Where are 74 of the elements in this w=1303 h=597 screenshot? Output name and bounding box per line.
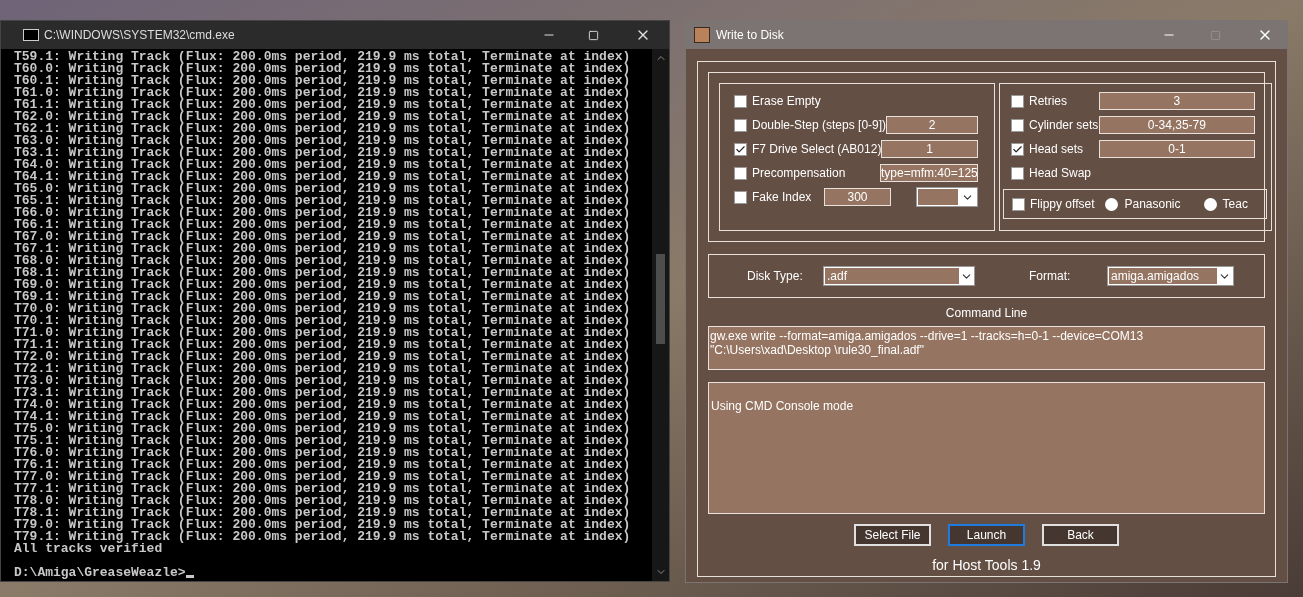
text-field[interactable]: type=mfm:40=125 [880, 164, 978, 182]
console-line: T73.1: Writing Track (Flux: 200.0ms period, 219.9 ms total, Terminate at index) [14, 387, 631, 399]
option-label: Cylinder sets [1029, 117, 1099, 134]
console-line: T67.0: Writing Track (Flux: 200.0ms period, 219.9 ms total, Terminate at index) [14, 231, 631, 243]
console-line: T67.1: Writing Track (Flux: 200.0ms period, 219.9 ms total, Terminate at index) [14, 243, 631, 255]
console-line: T76.0: Writing Track (Flux: 200.0ms period, 219.9 ms total, Terminate at index) [14, 447, 631, 459]
option-label: Head sets [1029, 141, 1084, 158]
console-line: T75.1: Writing Track (Flux: 200.0ms period, 219.9 ms total, Terminate at index) [14, 435, 631, 447]
radio-label: Teac [1222, 196, 1248, 213]
console-line: T59.1: Writing Track (Flux: 200.0ms period, 219.9 ms total, Terminate at index) [14, 51, 631, 63]
text-field[interactable]: 300 [824, 188, 891, 206]
option-label: Precompensation [752, 165, 846, 182]
console-line: All tracks verified [14, 543, 163, 555]
command-line-label: Command Line [945, 305, 1028, 322]
console-line: T62.1: Writing Track (Flux: 200.0ms period, 219.9 ms total, Terminate at index) [14, 123, 631, 135]
console-line: T64.0: Writing Track (Flux: 200.0ms period, 219.9 ms total, Terminate at index) [14, 159, 631, 171]
console-line: T77.0: Writing Track (Flux: 200.0ms period, 219.9 ms total, Terminate at index) [14, 471, 631, 483]
console-line: T60.0: Writing Track (Flux: 200.0ms period, 219.9 ms total, Terminate at index) [14, 63, 631, 75]
text-field[interactable]: 0-1 [1098, 140, 1255, 158]
text-field[interactable]: 0-34,35-79 [1098, 116, 1255, 134]
dropdown[interactable]: amiga.amigados [1107, 266, 1234, 286]
format-label: Format: [1029, 268, 1072, 285]
console-prompt: D:\Amiga\GreaseWeazle> [14, 567, 186, 579]
text-field[interactable]: 2 [886, 116, 978, 134]
console-line: T69.1: Writing Track (Flux: 200.0ms period, 219.9 ms total, Terminate at index) [14, 291, 631, 303]
console-line: T63.1: Writing Track (Flux: 200.0ms period, 219.9 ms total, Terminate at index) [14, 147, 631, 159]
window-title: Write to Disk [716, 27, 784, 44]
console-line: T75.0: Writing Track (Flux: 200.0ms period, 219.9 ms total, Terminate at index) [14, 423, 631, 435]
console-line: T71.0: Writing Track (Flux: 200.0ms period, 219.9 ms total, Terminate at index) [14, 327, 631, 339]
console-line: T60.1: Writing Track (Flux: 200.0ms period, 219.9 ms total, Terminate at index) [14, 75, 631, 87]
console-line: T70.0: Writing Track (Flux: 200.0ms period, 219.9 ms total, Terminate at index) [14, 303, 631, 315]
window-title: C:\WINDOWS\SYSTEM32\cmd.exe [44, 27, 235, 44]
option-label: Head Swap [1029, 165, 1092, 182]
console-line: T72.0: Writing Track (Flux: 200.0ms period, 219.9 ms total, Terminate at index) [14, 351, 631, 363]
console-line: T66.0: Writing Track (Flux: 200.0ms period, 219.9 ms total, Terminate at index) [14, 207, 631, 219]
option-label: Fake Index [752, 189, 812, 206]
option-label: Flippy offset [1030, 196, 1095, 213]
console-line: T77.1: Writing Track (Flux: 200.0ms period, 219.9 ms total, Terminate at index) [14, 483, 631, 495]
text-field[interactable]: 1 [881, 140, 978, 158]
disk-type-label: Disk Type: [747, 268, 804, 285]
option-label: Double-Step (steps [0-9]) [752, 117, 887, 134]
console-line: T76.1: Writing Track (Flux: 200.0ms period, 219.9 ms total, Terminate at index) [14, 459, 631, 471]
option-label: F7 Drive Select (AB012) [752, 141, 882, 158]
console-line: T69.0: Writing Track (Flux: 200.0ms period, 219.9 ms total, Terminate at index) [14, 279, 631, 291]
console-line: T70.1: Writing Track (Flux: 200.0ms period, 219.9 ms total, Terminate at index) [14, 315, 631, 327]
option-label: Retries [1029, 93, 1067, 110]
footer-text: for Host Tools 1.9 [932, 556, 1041, 575]
console-line: T78.1: Writing Track (Flux: 200.0ms period, 219.9 ms total, Terminate at index) [14, 507, 631, 519]
console-line: T74.1: Writing Track (Flux: 200.0ms period, 219.9 ms total, Terminate at index) [14, 411, 631, 423]
dialog-button[interactable]: Select File [854, 524, 931, 546]
console-line: T73.0: Writing Track (Flux: 200.0ms period, 219.9 ms total, Terminate at index) [14, 375, 631, 387]
dialog-button[interactable]: Launch [948, 524, 1025, 546]
console-line: T72.1: Writing Track (Flux: 200.0ms period, 219.9 ms total, Terminate at index) [14, 363, 631, 375]
console-line: T78.0: Writing Track (Flux: 200.0ms period, 219.9 ms total, Terminate at index) [14, 495, 631, 507]
text-field[interactable]: 3 [1098, 92, 1255, 110]
console-line: T74.0: Writing Track (Flux: 200.0ms period, 219.9 ms total, Terminate at index) [14, 399, 631, 411]
console-line: T64.1: Writing Track (Flux: 200.0ms period, 219.9 ms total, Terminate at index) [14, 171, 631, 183]
console-line: T71.1: Writing Track (Flux: 200.0ms period, 219.9 ms total, Terminate at index) [14, 339, 631, 351]
console-line: T66.1: Writing Track (Flux: 200.0ms period, 219.9 ms total, Terminate at index) [14, 219, 631, 231]
radio-label: Panasonic [1124, 196, 1181, 213]
console-line: T61.0: Writing Track (Flux: 200.0ms period, 219.9 ms total, Terminate at index) [14, 87, 631, 99]
console-line: T62.0: Writing Track (Flux: 200.0ms period, 219.9 ms total, Terminate at index) [14, 111, 631, 123]
dropdown[interactable]: .adf [823, 266, 975, 286]
console-line: T61.1: Writing Track (Flux: 200.0ms period, 219.9 ms total, Terminate at index) [14, 99, 631, 111]
log-text: Using CMD Console mode [711, 398, 855, 415]
console-line: T65.1: Writing Track (Flux: 200.0ms period, 219.9 ms total, Terminate at index) [14, 195, 631, 207]
console-line: T79.0: Writing Track (Flux: 200.0ms period, 219.9 ms total, Terminate at index) [14, 519, 631, 531]
dialog-button[interactable]: Back [1042, 524, 1119, 546]
console-line: T63.0: Writing Track (Flux: 200.0ms period, 219.9 ms total, Terminate at index) [14, 135, 631, 147]
console-line: T68.0: Writing Track (Flux: 200.0ms period, 219.9 ms total, Terminate at index) [14, 255, 631, 267]
option-label: Erase Empty [752, 93, 821, 110]
console-line: T65.0: Writing Track (Flux: 200.0ms period, 219.9 ms total, Terminate at index) [14, 183, 631, 195]
console-line: T68.1: Writing Track (Flux: 200.0ms period, 219.9 ms total, Terminate at index) [14, 267, 631, 279]
console-line: T79.1: Writing Track (Flux: 200.0ms period, 219.9 ms total, Terminate at index) [14, 531, 631, 543]
